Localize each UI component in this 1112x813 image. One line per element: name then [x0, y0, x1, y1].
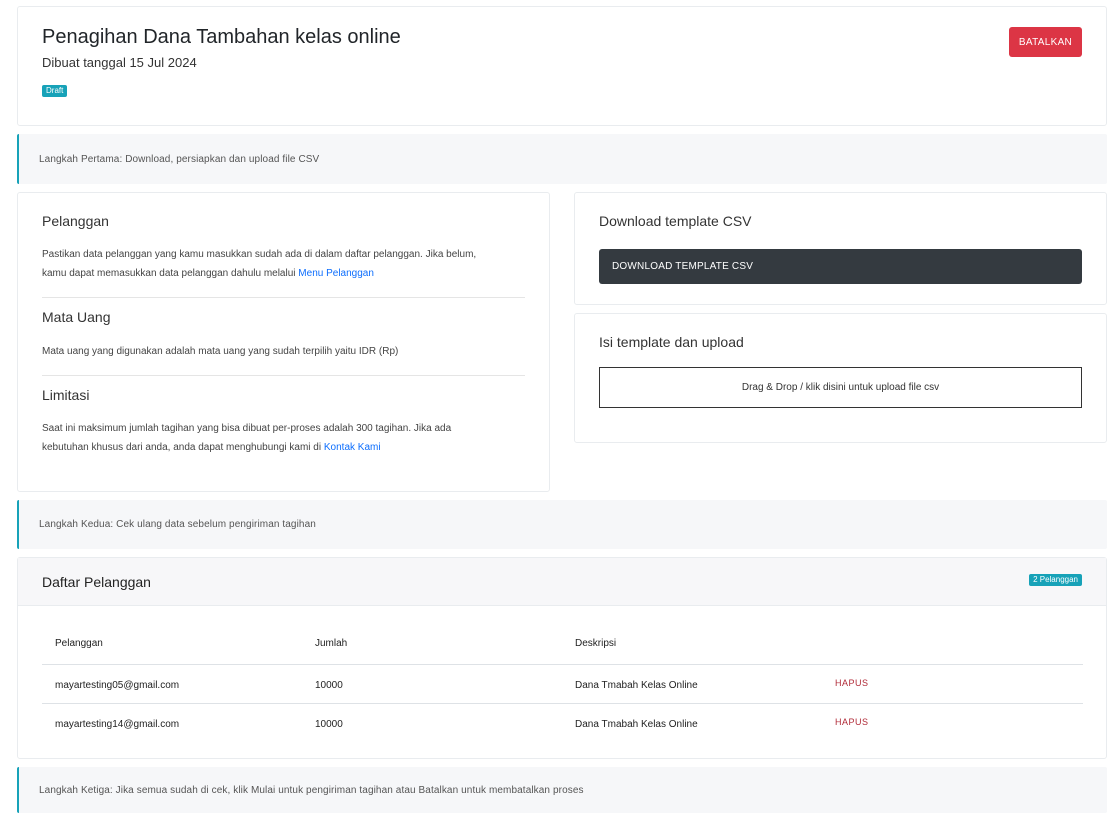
delete-row-button[interactable]: HAPUS	[835, 717, 869, 727]
step-one-callout: Langkah Pertama: Download, persiapkan da…	[17, 134, 1107, 184]
created-date: Dibuat tanggal 15 Jul 2024	[42, 55, 197, 70]
customer-list-card: Daftar Pelanggan 2 Pelanggan Pelanggan J…	[17, 557, 1107, 759]
customer-section-text: Pastikan data pelanggan yang kamu masukk…	[42, 245, 476, 283]
limit-text-line-2-text: kebutuhan khusus dari anda, anda dapat m…	[42, 442, 322, 453]
info-card: Pelanggan Pastikan data pelanggan yang k…	[17, 192, 550, 492]
limit-text-line-2: kebutuhan khusus dari anda, anda dapat m…	[42, 438, 451, 457]
column-header-customer: Pelanggan	[55, 638, 103, 649]
currency-section-text: Mata uang yang digunakan adalah mata uan…	[42, 346, 399, 357]
row-amount: 10000	[315, 680, 343, 691]
row-description: Dana Tmabah Kelas Online	[575, 719, 698, 730]
step-three-callout: Langkah Ketiga: Jika semua sudah di cek,…	[17, 767, 1107, 813]
step-two-callout: Langkah Kedua: Cek ulang data sebelum pe…	[17, 500, 1107, 549]
row-email: mayartesting05@gmail.com	[55, 680, 180, 691]
divider	[42, 375, 525, 376]
page-header: Penagihan Dana Tambahan kelas online Dib…	[17, 6, 1107, 126]
customer-list-title: Daftar Pelanggan	[42, 574, 151, 590]
customer-text-line-1: Pastikan data pelanggan yang kamu masukk…	[42, 249, 477, 260]
customer-menu-link[interactable]: Menu Pelanggan	[298, 268, 374, 279]
download-template-title: Download template CSV	[599, 213, 752, 229]
status-badge: Draft	[42, 85, 68, 97]
csv-dropzone[interactable]: Drag & Drop / klik disini untuk upload f…	[599, 367, 1082, 408]
download-template-card: Download template CSV DOWNLOAD TEMPLATE …	[574, 192, 1107, 305]
delete-row-button[interactable]: HAPUS	[835, 678, 869, 688]
table-header-divider	[42, 664, 1083, 665]
contact-link[interactable]: Kontak Kami	[324, 442, 381, 453]
limit-section-title: Limitasi	[42, 387, 90, 403]
customer-text-line-2-text: kamu dapat memasukkan data pelanggan dah…	[42, 268, 296, 279]
customer-text-line-2: kamu dapat memasukkan data pelanggan dah…	[42, 264, 476, 283]
row-description: Dana Tmabah Kelas Online	[575, 680, 698, 691]
upload-card: Isi template dan upload Drag & Drop / kl…	[574, 313, 1107, 443]
upload-title: Isi template dan upload	[599, 334, 744, 350]
download-template-button[interactable]: DOWNLOAD TEMPLATE CSV	[599, 249, 1082, 284]
customer-section-title: Pelanggan	[42, 213, 109, 229]
column-header-amount: Jumlah	[315, 638, 348, 649]
row-email: mayartesting14@gmail.com	[55, 719, 180, 730]
limit-text-line-1: Saat ini maksimum jumlah tagihan yang bi…	[42, 423, 452, 434]
row-amount: 10000	[315, 719, 343, 730]
currency-section-title: Mata Uang	[42, 309, 111, 325]
customer-count-badge: 2 Pelanggan	[1029, 574, 1082, 586]
page-title: Penagihan Dana Tambahan kelas online	[42, 26, 401, 48]
row-divider	[42, 703, 1083, 704]
divider	[42, 297, 525, 298]
column-header-description: Deskripsi	[575, 638, 617, 649]
limit-section-text: Saat ini maksimum jumlah tagihan yang bi…	[42, 419, 451, 457]
cancel-button[interactable]: BATALKAN	[1009, 27, 1082, 57]
customer-list-header: Daftar Pelanggan 2 Pelanggan	[18, 558, 1106, 606]
